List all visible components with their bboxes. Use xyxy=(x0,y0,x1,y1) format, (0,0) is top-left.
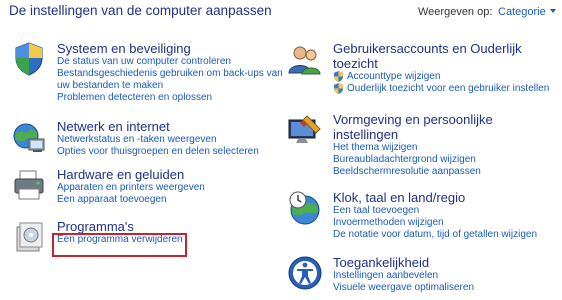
link-parental-controls[interactable]: Ouderlijk toezicht voor een gebruiker in… xyxy=(333,83,549,95)
uac-shield-icon xyxy=(333,71,344,82)
link-optimize-visual[interactable]: Visuele weergave optimaliseren xyxy=(333,282,474,294)
link-network-status[interactable]: Netwerkstatus en -taken weergeven xyxy=(57,134,259,146)
view-by-label: Weergeven op: xyxy=(418,6,493,18)
link-add-device[interactable]: Een apparaat toevoegen xyxy=(57,194,205,206)
link-adjust-resolution[interactable]: Beeldschermresolutie aanpassen xyxy=(333,166,493,178)
category-title-user-accounts-line1[interactable]: Gebruikersaccounts en Ouderlijk xyxy=(333,41,549,56)
category-title-appearance-line1[interactable]: Vormgeving en persoonlijke xyxy=(333,112,493,127)
category-title-clock-region[interactable]: Klok, taal en land/regio xyxy=(333,190,537,205)
users-icon[interactable] xyxy=(287,41,323,77)
chevron-down-icon[interactable] xyxy=(549,9,556,13)
view-by-dropdown[interactable]: Categorie xyxy=(498,6,556,18)
category-title-system-security[interactable]: Systeem en beveiliging xyxy=(57,41,283,56)
category-title-programs[interactable]: Programma's xyxy=(57,219,183,234)
category-title-ease-of-access[interactable]: Toegankelijkheid xyxy=(333,255,474,270)
link-recommend-settings[interactable]: Instellingen aanbevelen xyxy=(333,270,474,282)
page-title: De instellingen van de computer aanpasse… xyxy=(9,3,272,18)
category-title-user-accounts-line2[interactable]: toezicht xyxy=(333,56,549,71)
programs-box-icon[interactable] xyxy=(11,219,47,255)
link-homegroup[interactable]: Opties voor thuisgroepen en delen select… xyxy=(57,146,259,158)
link-change-background[interactable]: Bureaubladachtergrond wijzigen xyxy=(333,154,493,166)
category-title-appearance-line2[interactable]: instellingen xyxy=(333,127,493,142)
link-computer-status[interactable]: De status van uw computer controleren xyxy=(57,56,283,68)
link-file-history[interactable]: Bestandsgeschiedenis gebruiken om back-u… xyxy=(57,68,283,80)
link-change-date-format[interactable]: De notatie voor datum, tijd of getallen … xyxy=(333,229,537,241)
printer-icon[interactable] xyxy=(11,167,47,203)
link-devices-printers[interactable]: Apparaten en printers weergeven xyxy=(57,182,205,194)
category-title-network-internet[interactable]: Netwerk en internet xyxy=(57,119,259,134)
display-brush-icon[interactable] xyxy=(287,112,323,148)
clock-globe-icon[interactable] xyxy=(287,190,323,226)
link-change-account-type[interactable]: Accounttype wijzigen xyxy=(333,71,549,83)
link-change-input-methods[interactable]: Invoermethoden wijzigen xyxy=(333,217,537,229)
link-add-language[interactable]: Een taal toevoegen xyxy=(333,205,537,217)
category-title-hardware-sound[interactable]: Hardware en geluiden xyxy=(57,167,205,182)
shield-icon[interactable] xyxy=(11,41,47,77)
link-file-history-cont[interactable]: uw bestanden te maken xyxy=(57,80,283,92)
uac-shield-icon xyxy=(333,83,344,94)
view-by-value[interactable]: Categorie xyxy=(498,6,546,18)
highlight-box xyxy=(52,233,187,257)
network-globe-icon[interactable] xyxy=(11,119,47,155)
link-change-account-type-label[interactable]: Accounttype wijzigen xyxy=(347,71,440,82)
accessibility-icon[interactable] xyxy=(287,255,323,291)
link-change-theme[interactable]: Het thema wijzigen xyxy=(333,142,493,154)
link-troubleshoot[interactable]: Problemen detecteren en oplossen xyxy=(57,92,283,104)
link-parental-controls-label[interactable]: Ouderlijk toezicht voor een gebruiker in… xyxy=(347,83,549,94)
